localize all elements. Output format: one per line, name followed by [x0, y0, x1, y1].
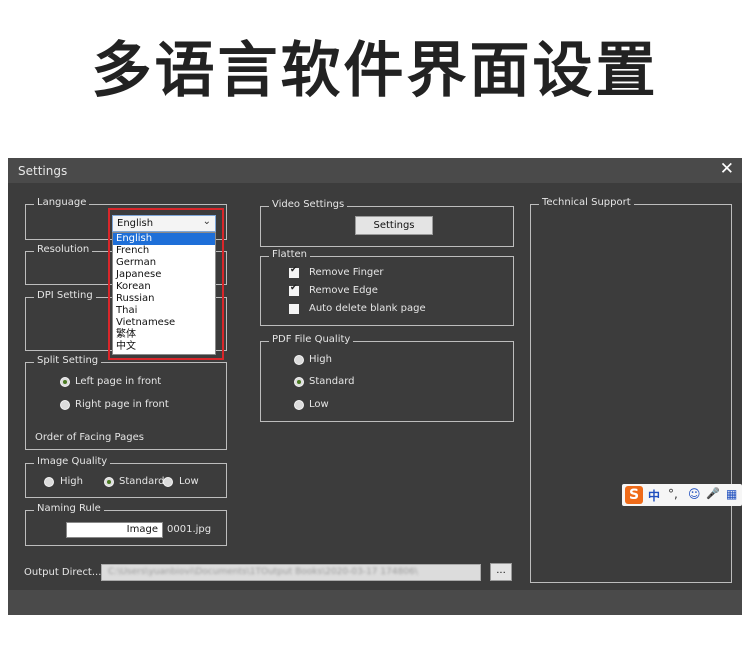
pdf-high-label[interactable]: High	[309, 354, 332, 365]
output-directory-label: Output Direct...	[24, 567, 102, 578]
settings-window: Settings ✕ Language Resolution DPI Setti…	[8, 158, 742, 615]
ime-emoji-icon[interactable]: ☺	[688, 487, 701, 501]
status-bar	[8, 590, 742, 615]
sogou-logo-icon: S	[625, 486, 643, 504]
video-settings-button[interactable]: Settings	[355, 216, 433, 235]
left-page-label[interactable]: Left page in front	[75, 376, 161, 387]
naming-rule-value: Image	[126, 524, 158, 535]
image-quality-low-radio[interactable]	[163, 477, 173, 487]
image-quality-high-label[interactable]: High	[60, 476, 83, 487]
pdf-standard-label[interactable]: Standard	[309, 376, 355, 387]
image-quality-standard-label[interactable]: Standard	[119, 476, 165, 487]
remove-finger-label[interactable]: Remove Finger	[309, 267, 384, 278]
image-quality-standard-radio[interactable]	[104, 477, 114, 487]
image-quality-low-label[interactable]: Low	[179, 476, 199, 487]
left-page-radio[interactable]	[60, 377, 70, 387]
remove-edge-label[interactable]: Remove Edge	[309, 285, 378, 296]
ime-chinese-mode-icon[interactable]: 中	[648, 487, 660, 504]
technical-support-group: Technical Support	[530, 197, 732, 583]
output-directory-path: C:\Users\yuanbiovi\Documents\1TOutput Bo…	[108, 567, 418, 577]
image-quality-legend: Image Quality	[34, 456, 111, 467]
naming-rule-legend: Naming Rule	[34, 503, 104, 514]
naming-rule-input[interactable]: Image	[66, 522, 163, 538]
browse-button[interactable]: ...	[490, 563, 512, 581]
ime-toolbar[interactable]: S 中 °, ☺ 🎤 ▦	[622, 484, 742, 506]
language-legend: Language	[34, 197, 90, 208]
banner-title: 多语言软件界面设置	[91, 36, 659, 106]
ime-keyboard-icon[interactable]: ▦	[726, 487, 737, 501]
pdf-low-label[interactable]: Low	[309, 399, 329, 410]
split-legend: Split Setting	[34, 355, 102, 366]
close-icon[interactable]: ✕	[720, 159, 734, 179]
remove-finger-checkbox[interactable]	[289, 265, 299, 278]
title-bar: Settings ✕	[8, 158, 742, 183]
image-quality-high-radio[interactable]	[44, 477, 54, 487]
remove-edge-checkbox[interactable]	[289, 283, 299, 296]
technical-support-legend: Technical Support	[539, 197, 634, 208]
auto-delete-blank-label[interactable]: Auto delete blank page	[309, 303, 426, 314]
pdf-high-radio[interactable]	[294, 355, 304, 365]
pdf-standard-radio[interactable]	[294, 377, 304, 387]
right-page-radio[interactable]	[60, 400, 70, 410]
output-directory-input[interactable]: C:\Users\yuanbiovi\Documents\1TOutput Bo…	[101, 564, 481, 581]
language-highlight-frame	[108, 208, 224, 360]
dpi-legend: DPI Setting	[34, 290, 96, 301]
ime-voice-icon[interactable]: 🎤	[706, 487, 720, 500]
resolution-legend: Resolution	[34, 244, 93, 255]
pdf-quality-legend: PDF File Quality	[269, 334, 354, 345]
ime-punctuation-icon[interactable]: °,	[668, 487, 678, 501]
pdf-low-radio[interactable]	[294, 400, 304, 410]
right-page-label[interactable]: Right page in front	[75, 399, 169, 410]
auto-delete-blank-checkbox[interactable]	[289, 304, 299, 314]
flatten-legend: Flatten	[269, 249, 310, 260]
order-facing-pages-label: Order of Facing Pages	[35, 432, 144, 443]
naming-rule-suffix: 0001.jpg	[167, 524, 212, 535]
window-title: Settings	[18, 164, 68, 178]
video-settings-legend: Video Settings	[269, 199, 348, 210]
